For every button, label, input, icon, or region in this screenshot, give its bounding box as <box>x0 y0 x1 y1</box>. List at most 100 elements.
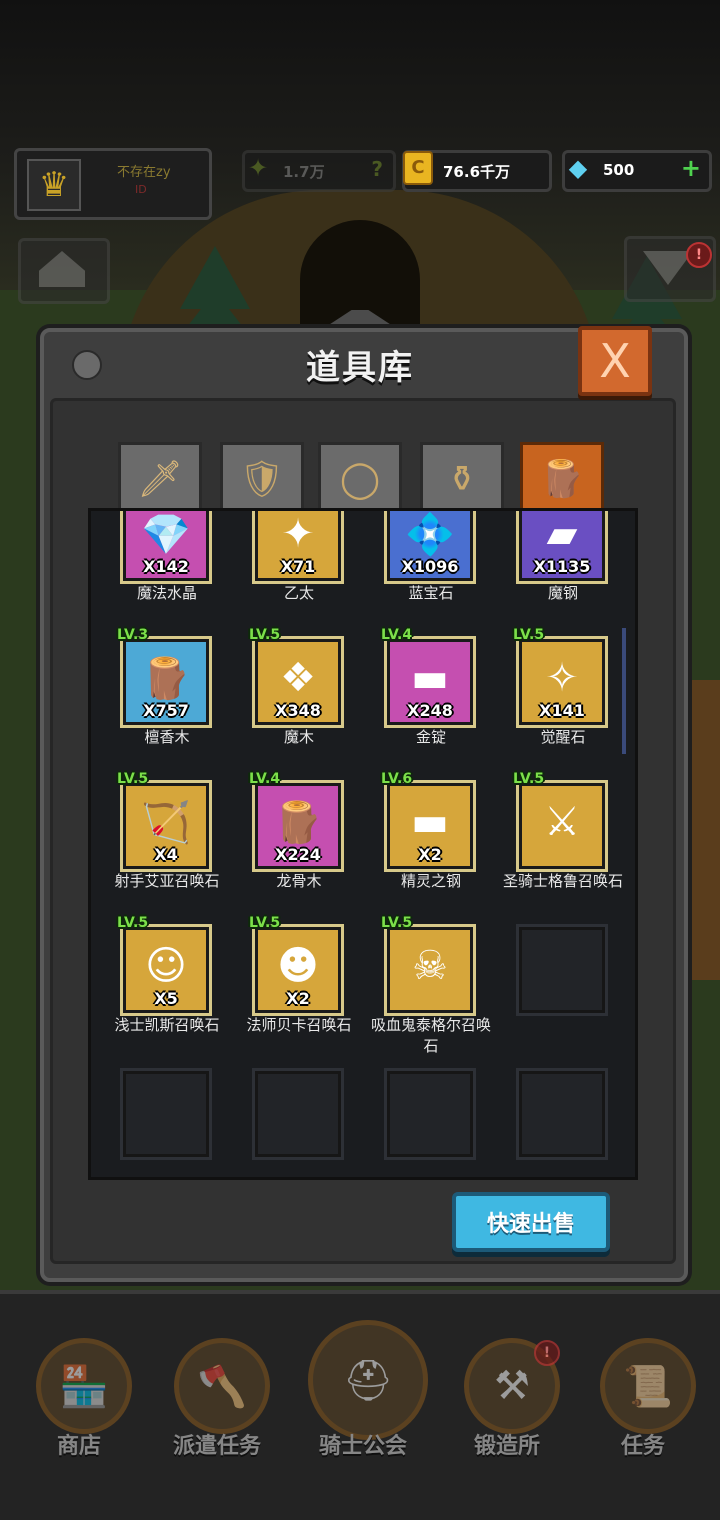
mage-portrait-icon: ☻ <box>277 943 319 989</box>
inventory-item[interactable]: LV.5 ☻ X2 法师贝卡召唤石 <box>233 915 365 1065</box>
sandalwood-icon: 🪵 <box>141 655 191 702</box>
tab-weapons[interactable]: 🗡 <box>118 442 202 513</box>
quest-icon: 📜 <box>600 1338 696 1434</box>
item-level: LV.3 <box>117 627 149 643</box>
item-level: LV.5 <box>513 627 545 643</box>
item-quantity: X757 <box>143 701 189 720</box>
sapphire-icon: 💠 <box>405 511 455 558</box>
nav-shop[interactable]: 🏪 商店 <box>14 1316 144 1476</box>
item-name: 魔法水晶 <box>136 584 197 602</box>
inventory-item[interactable]: LV.5 ❖ X348 魔木 <box>233 627 365 777</box>
nav-label: 锻造所 <box>473 1434 540 1459</box>
item-slot <box>387 1071 473 1157</box>
item-slot <box>519 1071 605 1157</box>
tab-accessories[interactable]: ◯ <box>318 442 402 513</box>
item-slot: ▰ X1135 <box>519 511 605 581</box>
elf-steel-icon: ▬ <box>411 799 449 845</box>
item-level: LV.5 <box>249 627 281 643</box>
power-counter[interactable]: ✦ 1.7万 ? <box>242 150 396 192</box>
nav-knight-guild[interactable]: ⛑ 骑士公会 <box>298 1316 428 1476</box>
empty-slot[interactable] <box>497 1065 629 1177</box>
scrollbar[interactable] <box>622 628 626 754</box>
item-quantity: X224 <box>275 845 321 864</box>
inventory-item[interactable]: LV.6 ▬ X2 精灵之钢 <box>365 771 497 921</box>
inventory-item[interactable]: LV.5 ✧ X141 觉醒石 <box>497 627 629 777</box>
item-quantity: X142 <box>143 557 189 576</box>
item-slot: ✦ X71 <box>255 511 341 581</box>
inventory-item[interactable]: LV.4 ▬ X248 金锭 <box>365 627 497 777</box>
help-icon[interactable]: ? <box>371 157 383 181</box>
nav-quests[interactable]: 📜 任务 <box>578 1316 708 1476</box>
house <box>690 680 720 980</box>
nav-label: 任务 <box>620 1434 665 1459</box>
inventory-item[interactable]: LV.5 ☺ X5 浅士凯斯召唤石 <box>101 915 233 1065</box>
gold-ingot-icon: ▬ <box>411 655 449 701</box>
inventory-item[interactable]: LV.4 🪵 X224 龙骨木 <box>233 771 365 921</box>
item-slot: ❖ X348 <box>255 639 341 725</box>
empty-slot[interactable] <box>101 1065 233 1177</box>
inventory-item[interactable]: 💠 X1096 蓝宝石 <box>365 511 497 633</box>
inventory-item[interactable]: 💎 X142 魔法水晶 <box>101 511 233 633</box>
item-name: 觉醒石 <box>540 728 586 746</box>
item-slot <box>123 1071 209 1157</box>
log-icon: 🪵 <box>539 459 585 500</box>
item-name: 乙太 <box>283 584 314 602</box>
home-icon <box>39 251 85 287</box>
item-name: 魔木 <box>283 728 314 746</box>
item-name: 魔钢 <box>547 584 578 602</box>
close-icon: X <box>599 334 631 388</box>
inventory-item[interactable]: ✦ X71 乙太 <box>233 511 365 633</box>
empty-slot[interactable] <box>233 1065 365 1177</box>
tab-materials[interactable]: 🪵 <box>520 442 604 513</box>
quick-sell-button[interactable]: 快速出售 <box>452 1192 610 1252</box>
magic-steel-icon: ▰ <box>546 511 578 557</box>
warrior-portrait-icon: ☺ <box>145 943 187 989</box>
gold-counter[interactable]: C 76.6千万 <box>402 150 552 192</box>
item-name: 浅士凯斯召唤石 <box>114 1016 220 1034</box>
nav-forge[interactable]: ⚒ 锻造所 <box>442 1316 572 1476</box>
inventory-item[interactable]: LV.3 🪵 X757 檀香木 <box>101 627 233 777</box>
item-level: LV.5 <box>117 915 149 931</box>
nav-label: 骑士公会 <box>318 1434 407 1459</box>
tab-armor[interactable]: 🛡 <box>220 442 304 513</box>
inventory-item[interactable]: ▰ X1135 魔钢 <box>497 511 629 633</box>
tab-potions[interactable]: ⚱ <box>420 442 504 513</box>
item-quantity: X348 <box>275 701 321 720</box>
close-button[interactable]: X <box>578 326 652 396</box>
notification-badge: ! <box>686 242 712 268</box>
knight-helmet-icon: ⛑ <box>308 1320 428 1440</box>
item-quantity: X141 <box>539 701 585 720</box>
player-profile[interactable]: ♛ 不存在zy ID <box>14 148 212 220</box>
item-slot: 🪵 X757 <box>123 639 209 725</box>
panel-title: 道具库 <box>306 348 414 388</box>
crown-icon: ♛ <box>27 159 81 211</box>
item-level: LV.4 <box>249 771 281 787</box>
dispatch-icon: 🪓 <box>174 1338 270 1434</box>
inventory-item[interactable]: LV.5 ☠ 吸血鬼泰格尔召唤石 <box>365 915 497 1065</box>
item-quantity: X4 <box>154 845 178 864</box>
item-name: 精灵之钢 <box>400 872 461 890</box>
item-name: 金锭 <box>415 728 446 746</box>
nav-dispatch[interactable]: 🪓 派遣任务 <box>152 1316 282 1476</box>
add-gems-button[interactable]: + <box>681 154 701 182</box>
left-menu-button[interactable] <box>18 238 110 304</box>
panel-bolt <box>72 350 102 380</box>
empty-slot[interactable] <box>497 921 629 1065</box>
vampire-portrait-icon: ☠ <box>412 943 448 989</box>
item-level: LV.4 <box>381 627 413 643</box>
item-level: LV.5 <box>249 915 281 931</box>
gem-counter[interactable]: ◆ 500 + <box>562 150 712 192</box>
dragonbone-wood-icon: 🪵 <box>273 799 323 846</box>
item-name: 法师贝卡召唤石 <box>246 1016 352 1034</box>
inventory-item[interactable]: LV.5 ⚔ 圣骑士格鲁召唤石 <box>497 771 629 921</box>
item-quantity: X2 <box>286 989 310 1008</box>
inventory-grid[interactable]: 💎 X142 魔法水晶 ✦ X71 乙太 💠 X1096 蓝宝石 ▰ X1135… <box>88 508 638 1180</box>
sword-icon: 🗡 <box>137 459 183 500</box>
item-name: 龙骨木 <box>276 872 322 890</box>
item-slot: ✧ X141 <box>519 639 605 725</box>
player-tag: ID <box>135 183 147 196</box>
inventory-item[interactable]: LV.5 🏹 X4 射手艾亚召唤石 <box>101 771 233 921</box>
empty-slot[interactable] <box>365 1065 497 1177</box>
nav-label: 商店 <box>56 1434 101 1459</box>
item-slot <box>519 927 605 1013</box>
